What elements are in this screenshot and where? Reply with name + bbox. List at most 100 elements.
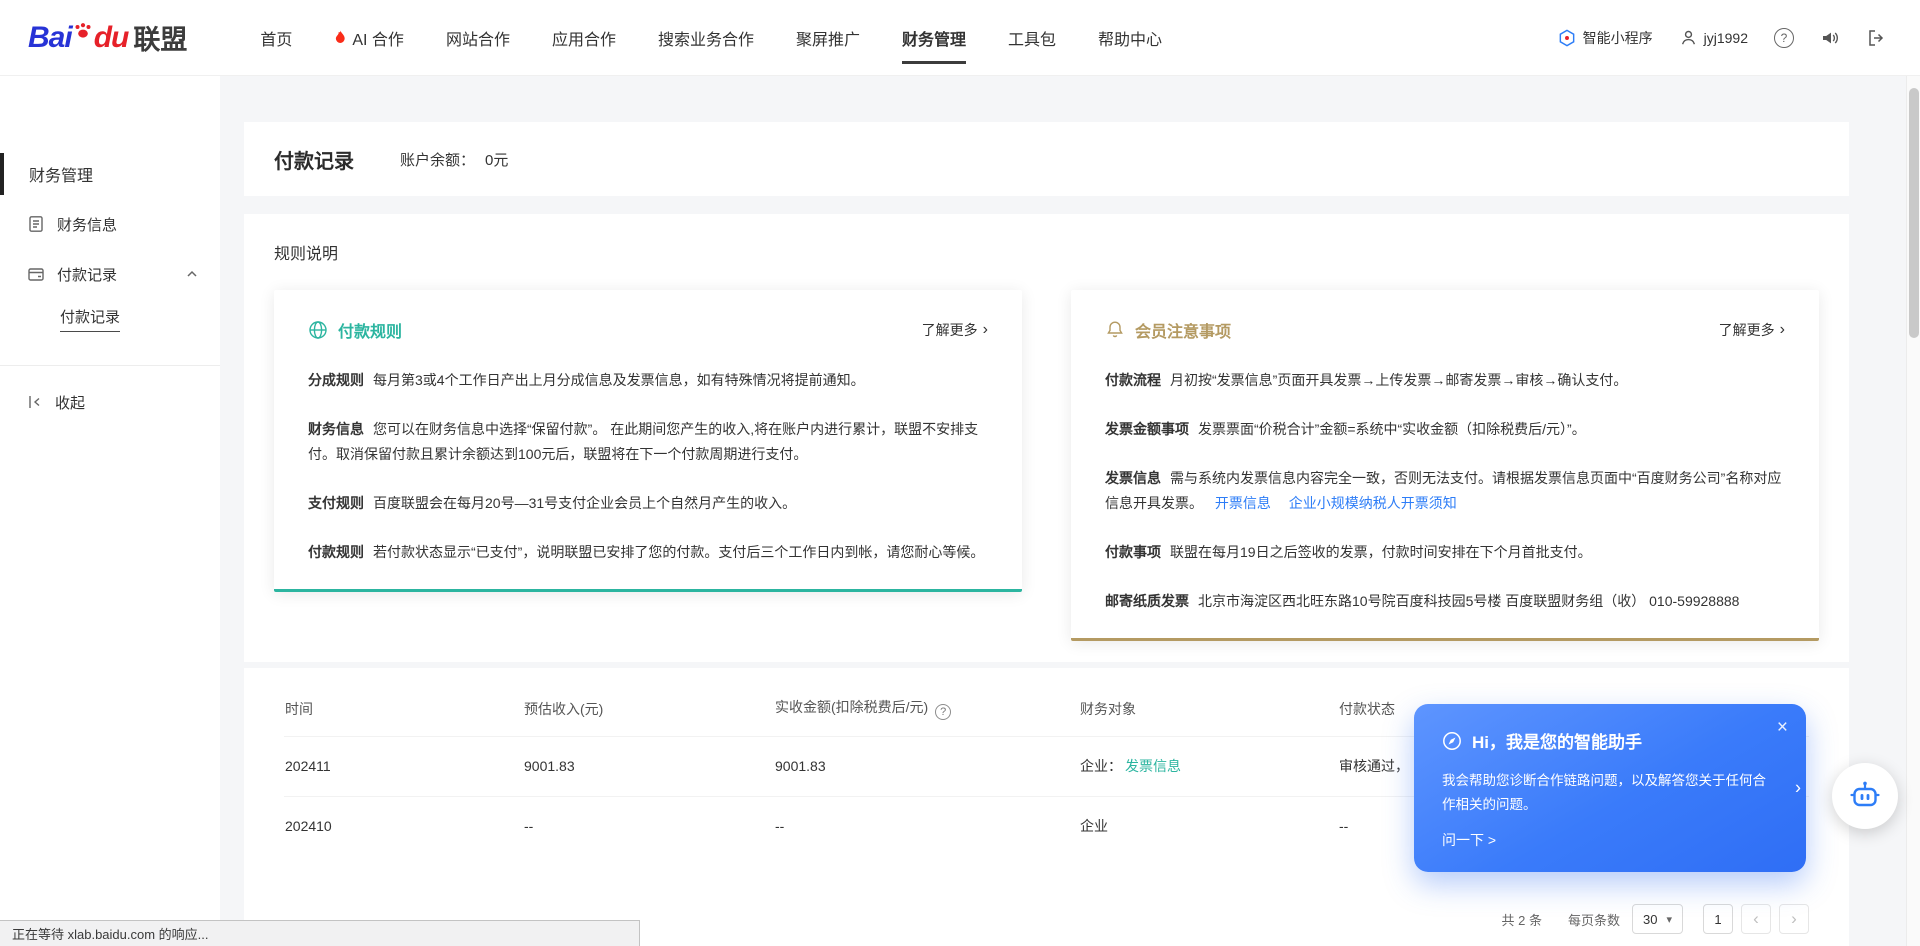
wallet-icon: [27, 265, 45, 283]
smart-miniprogram-entry[interactable]: 智能小程序: [1558, 28, 1653, 48]
browser-status-text: 正在等待 xlab.baidu.com 的响应...: [12, 924, 209, 943]
user-account[interactable]: jyj1992: [1679, 28, 1748, 47]
close-icon[interactable]: ×: [1777, 718, 1788, 737]
card-title: 付款规则: [338, 318, 402, 342]
username: jyj1992: [1704, 30, 1748, 46]
account-balance: 账户余额： 0元: [400, 149, 508, 170]
page-header-panel: 付款记录 账户余额： 0元: [244, 122, 1849, 196]
column-header-finance-entity: 财务对象: [1079, 682, 1338, 736]
vertical-scrollbar[interactable]: [1906, 76, 1920, 946]
sidebar-subitem-label: 付款记录: [60, 306, 120, 332]
payment-rules-card: 付款规则 了解更多 › 分成规则每月第3或4个工作日产出上月分成信息及发票信息，…: [274, 290, 1022, 592]
cell-time: 202411: [284, 736, 523, 796]
nav-item-finance-management[interactable]: 财务管理: [902, 0, 966, 75]
chevron-right-icon: ›: [983, 322, 988, 338]
column-header-time: 时间: [284, 682, 523, 736]
column-help-icon[interactable]: ?: [935, 704, 951, 720]
invoice-info-link[interactable]: 开票信息: [1215, 495, 1271, 511]
nav-item-screen-promotion[interactable]: 聚屏推广: [796, 0, 860, 75]
help-icon[interactable]: ?: [1774, 28, 1794, 48]
sidebar-item-label: 付款记录: [57, 264, 117, 285]
sidebar-item-label: 财务信息: [57, 214, 117, 235]
rule-paragraph: 财务信息您可以在财务信息中选择“保留付款”。 在此期间您产生的收入,将在账户内进…: [308, 417, 988, 467]
collapse-icon: [27, 394, 43, 410]
globe-icon: [308, 320, 328, 340]
assistant-message: 我会帮助您诊断合作链路问题，以及解答您关于任何合作相关的问题。: [1442, 769, 1778, 816]
assistant-robot-button[interactable]: [1832, 763, 1898, 829]
pagination-total: 共 2 条: [1502, 910, 1542, 929]
cell-estimated: 9001.83: [523, 736, 774, 796]
logo-text-union: 联盟: [133, 18, 187, 57]
main-nav: 首页 AI 合作 网站合作 应用合作 搜索业务合作 聚屏推广 财务管理 工具包 …: [239, 0, 1183, 75]
nav-item-search-business[interactable]: 搜索业务合作: [658, 0, 754, 75]
paw-icon: [73, 21, 93, 41]
assistant-edge-chevron-icon[interactable]: ›: [1795, 778, 1801, 799]
rule-paragraph: 付款事项联盟在每月19日之后签收的发票，付款时间安排在下个月首批支付。: [1105, 540, 1785, 565]
page-number-current[interactable]: 1: [1703, 904, 1733, 934]
per-page-select[interactable]: 30 ▾: [1632, 904, 1683, 934]
cell-time: 202410: [284, 796, 523, 856]
prev-page-button[interactable]: ‹: [1741, 904, 1771, 934]
invoice-info-table-link[interactable]: 发票信息: [1125, 758, 1181, 774]
robot-icon: [1847, 778, 1883, 814]
cell-entity: 企业: [1079, 796, 1338, 856]
nav-item-website-cooperation[interactable]: 网站合作: [446, 0, 510, 75]
caret-down-icon: ▾: [1666, 913, 1672, 926]
miniprogram-label: 智能小程序: [1583, 28, 1653, 48]
scrollbar-thumb[interactable]: [1909, 88, 1919, 338]
logo-text-bai: Bai: [28, 21, 72, 55]
flame-icon: [334, 30, 347, 46]
rule-paragraph: 付款规则若付款状态显示“已支付”，说明联盟已安排了您的付款。支付后三个工作日内到…: [308, 540, 988, 565]
column-header-estimated-income: 预估收入(元): [523, 682, 774, 736]
pagination: 共 2 条 每页条数 30 ▾ 1 ‹ ›: [1502, 904, 1809, 934]
nav-right-cluster: 智能小程序 jyj1992 ?: [1558, 28, 1886, 48]
browser-status-bar: 正在等待 xlab.baidu.com 的响应...: [0, 920, 640, 946]
rule-paragraph: 付款流程月初按“发票信息”页面开具发票→上传发票→邮寄发票→审核→确认支付。: [1105, 368, 1785, 393]
nav-item-app-cooperation[interactable]: 应用合作: [552, 0, 616, 75]
user-icon: [1679, 28, 1698, 47]
balance-label: 账户余额：: [400, 149, 475, 170]
page-title: 付款记录: [274, 145, 354, 174]
speaker-icon[interactable]: [1820, 28, 1840, 48]
chevron-right-icon: ›: [1780, 322, 1785, 338]
sidebar: 财务管理 财务信息 付款记录 付款记录 收起: [0, 76, 220, 946]
compass-icon: [1442, 731, 1462, 751]
rule-paragraph: 支付规则百度联盟会在每月20号—31号支付企业会员上个自然月产生的收入。: [308, 491, 988, 516]
rules-section-title: 规则说明: [274, 240, 1819, 264]
sidebar-collapse-button[interactable]: 收起: [0, 380, 220, 424]
nav-item-label: AI 合作: [352, 26, 404, 50]
miniprogram-icon: [1558, 29, 1576, 47]
collapse-label: 收起: [55, 392, 85, 413]
nav-item-help-center[interactable]: 帮助中心: [1098, 0, 1162, 75]
sidebar-item-payment-records[interactable]: 付款记录: [0, 253, 220, 295]
rules-panel: 规则说明 付款规则 了解更多 › 分成规则每月第3或4个工作日产出上月分成信息及…: [244, 214, 1849, 662]
card-title: 会员注意事项: [1135, 318, 1231, 342]
logo-text-du: du: [94, 21, 129, 55]
column-header-actual-amount: 实收金额(扣除税费后/元)?: [774, 682, 1079, 736]
logout-icon[interactable]: [1866, 28, 1886, 48]
sidebar-item-finance-info[interactable]: 财务信息: [0, 203, 220, 245]
cell-entity: 企业：发票信息: [1079, 736, 1338, 796]
nav-item-ai-cooperation[interactable]: AI 合作: [334, 0, 404, 75]
cell-actual: --: [774, 796, 1079, 856]
payment-rules-more-link[interactable]: 了解更多 ›: [922, 320, 988, 340]
chevron-up-icon: [186, 268, 198, 280]
balance-value: 0元: [485, 149, 508, 170]
sidebar-section-finance-management[interactable]: 财务管理: [0, 153, 220, 195]
per-page-label: 每页条数: [1568, 910, 1620, 929]
member-notes-more-link[interactable]: 了解更多 ›: [1719, 320, 1785, 340]
sidebar-divider: [0, 365, 220, 366]
member-notes-card: 会员注意事项 了解更多 › 付款流程月初按“发票信息”页面开具发票→上传发票→邮…: [1071, 290, 1819, 641]
baidu-union-logo[interactable]: Bai du 联盟: [28, 18, 187, 57]
document-icon: [27, 215, 45, 233]
small-taxpayer-invoice-guide-link[interactable]: 企业小规模纳税人开票须知: [1289, 495, 1457, 511]
nav-item-home[interactable]: 首页: [260, 0, 292, 75]
rule-paragraph: 发票金额事项发票票面“价税合计”金额=系统中“实收金额（扣除税费后/元）”。: [1105, 417, 1785, 442]
nav-item-toolkit[interactable]: 工具包: [1008, 0, 1056, 75]
assistant-title: Hi，我是您的智能助手: [1472, 728, 1642, 753]
top-navigation: Bai du 联盟 首页 AI 合作 网站合作 应用合作 搜索业务合作 聚屏推广…: [0, 0, 1920, 76]
sidebar-subitem-payment-records[interactable]: 付款记录: [0, 299, 220, 339]
smart-assistant-popup: Hi，我是您的智能助手 × 我会帮助您诊断合作链路问题，以及解答您关于任何合作相…: [1414, 704, 1806, 872]
next-page-button[interactable]: ›: [1779, 904, 1809, 934]
ask-now-link[interactable]: 问一下 >: [1442, 830, 1496, 850]
